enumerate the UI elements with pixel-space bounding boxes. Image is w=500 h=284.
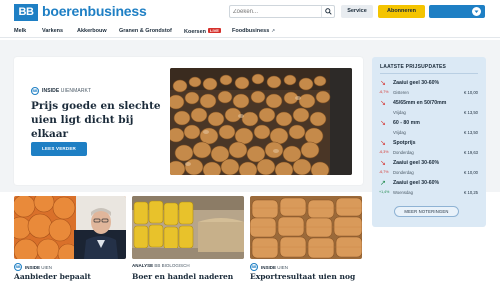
card-image-onions-man[interactable] (14, 196, 126, 259)
arrow-up-icon: ↗ (380, 180, 386, 187)
card-image-warehouse[interactable] (132, 196, 244, 259)
price-name: 60 - 80 mm (393, 120, 420, 126)
hero-category-label: INSIDE UIENMARKT (42, 88, 92, 94)
card-category-label: INSIDE UIEN (25, 264, 53, 270)
logo-mark[interactable]: BB (14, 4, 38, 21)
card-title[interactable]: Exportresultaat uien nog (250, 272, 375, 282)
nav-item-koersen[interactable]: Koersen LIVE (184, 28, 221, 35)
price-change: -6,7% (379, 90, 389, 94)
price-value: € 10,00 (464, 170, 478, 175)
main-nav: Melk Varkens Akkerbouw Granen & Grondsto… (0, 26, 500, 38)
search-icon (324, 8, 332, 15)
nav-item-akkerbouw[interactable]: Akkerbouw (77, 28, 107, 34)
arrow-down-icon: ↘ (380, 140, 386, 147)
price-day: Woensdag (393, 190, 413, 195)
price-change: +1,4% (379, 190, 390, 194)
price-change: -6,3% (379, 150, 389, 154)
hero-title[interactable]: Prijs goede en slechte uien ligt dicht b… (31, 99, 171, 141)
price-name: Zaaiui geel 30-60% (393, 180, 440, 186)
price-name: Zaaiui geel 30-60% (393, 160, 440, 166)
nav-item-melk[interactable]: Melk (14, 28, 26, 34)
price-name: Zaaiui geel 30-60% (393, 80, 440, 86)
price-row[interactable]: ↗ +1,4% Zaaiui geel 30-60% Woensdag € 10… (379, 180, 478, 200)
card-category-label: INSIDE UIEN (261, 264, 289, 270)
card-category-label: ANALYSE BB BIOLOGISCH (132, 263, 190, 268)
hero-image-onions[interactable] (170, 68, 352, 175)
price-day: Vrijdag (393, 110, 406, 115)
logo-text[interactable]: boerenbusiness (42, 3, 147, 19)
subscribe-button[interactable]: Abonneren (378, 5, 425, 18)
nav-item-varkens[interactable]: Varkens (42, 28, 63, 34)
external-link-icon: ↗ (271, 28, 276, 33)
search-button[interactable] (321, 6, 334, 17)
nav-item-granen[interactable]: Granen & Grondstof (119, 28, 172, 34)
card-title[interactable]: Aanbieder bepaalt (14, 272, 139, 282)
arrow-down-icon: ↘ (380, 160, 386, 167)
arrow-down-icon: ↘ (380, 100, 386, 107)
price-value: € 13,50 (464, 130, 478, 135)
menu-button[interactable] (429, 5, 485, 18)
live-badge: LIVE (208, 28, 221, 33)
price-row[interactable]: ↘ -6,7% Zaaiui geel 30-60% Donderdag € 1… (379, 160, 478, 180)
card-category: BB INSIDE UIEN (250, 263, 288, 271)
inside-icon: BB (250, 263, 258, 271)
price-name: Spotprijs (393, 140, 416, 146)
more-prices-button[interactable]: MEER NOTERINGEN (394, 206, 459, 217)
page: BB boerenbusiness Service Abonneren Melk… (0, 0, 500, 284)
card-image-onion-bags[interactable] (250, 196, 362, 259)
price-row[interactable]: ↘ 60 - 80 mm Vrijdag € 13,50 (380, 120, 478, 140)
chevron-down-icon (472, 7, 481, 16)
price-day: Donderdag (393, 170, 414, 175)
arrow-down-icon: ↘ (380, 120, 386, 127)
inside-icon: BB (31, 87, 39, 95)
hero-category: BB INSIDE UIENMARKT (31, 87, 91, 95)
price-updates-panel: LAATSTE PRIJSUPDATES ↘ -6,7% Zaaiui geel… (372, 57, 486, 227)
search-box (229, 5, 335, 18)
price-day: Gisteren (393, 90, 409, 95)
card-title[interactable]: Boer en handel naderen (132, 272, 257, 282)
card-category: ANALYSE BB BIOLOGISCH (132, 263, 190, 268)
price-day: Donderdag (393, 150, 414, 155)
price-row[interactable]: ↘ 45/65mm en 50/70mm Vrijdag € 13,50 (380, 100, 478, 120)
price-name: 45/65mm en 50/70mm (393, 100, 447, 106)
price-change: -6,7% (379, 170, 389, 174)
search-input[interactable] (233, 6, 319, 17)
price-value: € 10,00 (464, 90, 478, 95)
nav-item-foodbusiness[interactable]: Foodbusiness ↗ (232, 28, 275, 34)
divider (380, 73, 478, 74)
arrow-down-icon: ↘ (380, 80, 386, 87)
hero-article[interactable]: BB INSIDE UIENMARKT Prijs goede en slech… (14, 57, 363, 185)
price-value: € 10,25 (464, 190, 478, 195)
price-updates-title: LAATSTE PRIJSUPDATES (380, 64, 447, 70)
price-value: € 19,63 (464, 150, 478, 155)
price-day: Vrijdag (393, 130, 406, 135)
price-row[interactable]: ↘ -6,3% Spotprijs Donderdag € 19,63 (379, 140, 478, 160)
nav-item-koersen-label: Koersen (184, 29, 207, 35)
inside-icon: BB (14, 263, 22, 271)
nav-item-foodbusiness-label: Foodbusiness (232, 28, 270, 34)
read-more-button[interactable]: LEES VERDER (31, 142, 87, 156)
price-row[interactable]: ↘ -6,7% Zaaiui geel 30-60% Gisteren € 10… (379, 80, 478, 100)
service-button[interactable]: Service (341, 5, 373, 18)
price-value: € 13,50 (464, 110, 478, 115)
top-bar: BB boerenbusiness Service Abonneren (0, 0, 500, 24)
card-category: BB INSIDE UIEN (14, 263, 52, 271)
